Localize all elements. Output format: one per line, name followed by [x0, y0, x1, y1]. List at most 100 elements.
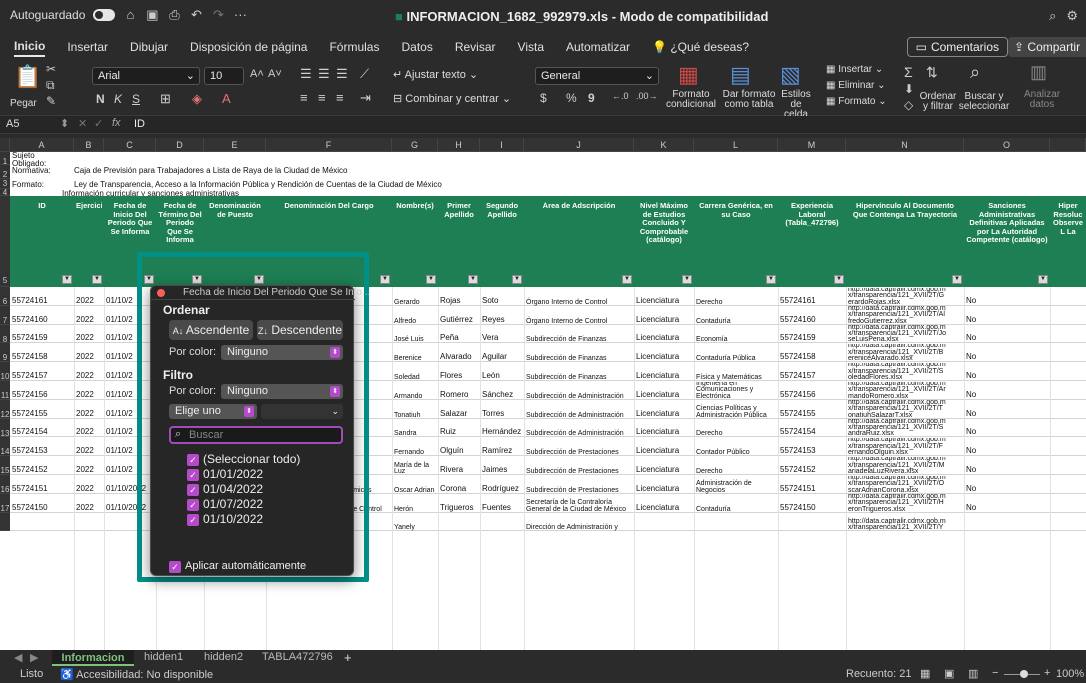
- tab-revisar[interactable]: Revisar: [455, 38, 496, 56]
- filter-dropdown-button[interactable]: ▼: [766, 275, 776, 284]
- paste-icon[interactable]: 📋: [14, 64, 41, 90]
- cell-area[interactable]: Subdirección de Prestaciones: [526, 457, 634, 476]
- cell-ap2[interactable]: Rodríguez: [482, 484, 524, 493]
- cell-ap2[interactable]: Vera: [482, 333, 524, 342]
- cell-sanc[interactable]: No: [966, 427, 1050, 436]
- cell-ej[interactable]: 2022: [76, 484, 104, 493]
- cell-nombre[interactable]: Tonatiuh: [394, 400, 438, 419]
- cell-exp[interactable]: 55724158: [780, 352, 846, 361]
- align-bottom-icon[interactable]: ☰: [336, 66, 348, 82]
- tab-inicio[interactable]: Inicio: [14, 37, 46, 57]
- filter-dropdown-button[interactable]: ▼: [952, 275, 962, 284]
- cell-ap1[interactable]: Gutiérrez: [440, 315, 480, 324]
- cell-area[interactable]: Subdirección de Finanzas: [526, 325, 634, 344]
- cancel-icon[interactable]: ✕: [78, 117, 87, 130]
- close-icon[interactable]: [157, 289, 165, 297]
- page-break-icon[interactable]: ▥: [968, 667, 978, 680]
- prev-sheet-icon[interactable]: ◀: [14, 651, 22, 664]
- filter-dropdown-button[interactable]: ▼: [92, 275, 102, 284]
- filter-color-select[interactable]: Ninguno ⬍: [221, 384, 343, 399]
- cell-ap2[interactable]: Soto: [482, 296, 524, 305]
- merge-center-button[interactable]: ⊟ Combinar y centrar ⌄: [393, 92, 511, 105]
- accessibility-status[interactable]: ♿ Accesibilidad: No disponible: [60, 668, 213, 681]
- condition-value-field[interactable]: ⌄: [261, 404, 343, 419]
- cell-id[interactable]: 55724157: [12, 371, 74, 380]
- format-painter-icon[interactable]: ✎: [46, 94, 56, 108]
- cell-ej[interactable]: 2022: [76, 352, 104, 361]
- checkbox-checked-icon[interactable]: ✓: [169, 561, 181, 573]
- checkbox-checked-icon[interactable]: ✓: [187, 484, 199, 496]
- tab-dibujar[interactable]: Dibujar: [130, 38, 168, 56]
- col-header-c[interactable]: C: [104, 138, 156, 152]
- cell-ej[interactable]: 2022: [76, 409, 104, 418]
- autosave-toggle[interactable]: [93, 9, 116, 21]
- search-icon[interactable]: ⌕: [1049, 8, 1056, 24]
- cell-carrera[interactable]: Ingeniería en Comunicaciones y Electróni…: [696, 382, 778, 401]
- cell-area[interactable]: Órgano Interno de Control: [526, 288, 634, 307]
- cell-sanc[interactable]: No: [966, 465, 1050, 474]
- row-number[interactable]: 4: [0, 189, 10, 197]
- copy-icon[interactable]: ⧉: [46, 78, 55, 93]
- cell-area[interactable]: Subdirección de Administración: [526, 400, 634, 419]
- cell-ap1[interactable]: Flores: [440, 371, 480, 380]
- tab-disposicion[interactable]: Disposición de página: [190, 38, 307, 56]
- cell-link[interactable]: http://data.captralir.cdmx.gob.m x/trans…: [848, 288, 964, 307]
- cell-ej[interactable]: 2022: [76, 465, 104, 474]
- row-number[interactable]: 16: [0, 475, 10, 494]
- row-number[interactable]: 1: [0, 152, 10, 166]
- col-header-i[interactable]: I: [480, 138, 524, 152]
- tab-automatizar[interactable]: Automatizar: [566, 38, 630, 56]
- autosum-icon[interactable]: Σ: [904, 64, 913, 80]
- cell-link[interactable]: http://data.captralir.cdmx.gob.m x/trans…: [848, 494, 964, 513]
- filter-dropdown-button[interactable]: ▼: [512, 275, 522, 284]
- cell-ap2[interactable]: Ramírez: [482, 446, 524, 455]
- sort-color-select[interactable]: Ninguno ⬍: [221, 345, 343, 360]
- filter-value-label[interactable]: 01/01/2022: [203, 467, 263, 481]
- conditional-format-icon[interactable]: ▦: [678, 62, 699, 88]
- cell-nombre[interactable]: Berenice: [394, 344, 438, 363]
- align-right-icon[interactable]: ≡: [336, 90, 344, 105]
- cut-icon[interactable]: ✂: [46, 62, 56, 76]
- search-field[interactable]: ⌕ Buscar: [169, 426, 343, 444]
- cell-id[interactable]: 55724152: [12, 465, 74, 474]
- indent-icon[interactable]: ⇥: [360, 90, 371, 106]
- orientation-icon[interactable]: ⟋: [360, 66, 369, 82]
- cell-ap1[interactable]: Alvarado: [440, 352, 480, 361]
- cell-carrera[interactable]: Física y Matemáticas: [696, 363, 778, 382]
- cell-nombre[interactable]: Yanely: [394, 513, 438, 532]
- col-header-d[interactable]: D: [156, 138, 204, 152]
- cell-ap1[interactable]: Rojas: [440, 296, 480, 305]
- cell-ap1[interactable]: Trigueros: [440, 503, 480, 512]
- cell-ap2[interactable]: León: [482, 371, 524, 380]
- row-number[interactable]: 6: [0, 287, 10, 306]
- checkbox-checked-icon[interactable]: ✓: [187, 499, 199, 511]
- cell-nivel[interactable]: Licenciatura: [636, 315, 694, 324]
- cell-styles-icon[interactable]: ▧: [780, 62, 801, 88]
- wrap-text-button[interactable]: ↵ Ajustar texto ⌄: [393, 68, 478, 81]
- font-color-icon[interactable]: A: [222, 91, 231, 106]
- col-header-b[interactable]: B: [74, 138, 104, 152]
- col-header-m[interactable]: M: [778, 138, 846, 152]
- cell-area[interactable]: Órgano Interno de Control: [526, 306, 634, 325]
- cell-nombre[interactable]: Sandra: [394, 419, 438, 438]
- name-box[interactable]: A5: [6, 118, 19, 130]
- cell-link[interactable]: http://data.captralir.cdmx.gob.m x/trans…: [848, 513, 964, 532]
- checkbox-checked-icon[interactable]: ✓: [187, 514, 199, 526]
- cell-ap2[interactable]: Aguilar: [482, 352, 524, 361]
- align-left-icon[interactable]: ≡: [300, 90, 308, 105]
- cell-area[interactable]: Subdirección de Finanzas: [526, 344, 634, 363]
- cell-carrera[interactable]: Contaduría Pública: [696, 344, 778, 363]
- decrease-decimal-icon[interactable]: .00→: [636, 91, 658, 101]
- cell-exp[interactable]: 55724155: [780, 409, 846, 418]
- cell-ej[interactable]: 2022: [76, 390, 104, 399]
- cell-nivel[interactable]: Licenciatura: [636, 352, 694, 361]
- cell-carrera[interactable]: Contador Público: [696, 438, 778, 457]
- filter-dropdown-button[interactable]: ▼: [682, 275, 692, 284]
- bold-button[interactable]: N: [96, 92, 105, 106]
- cell-area[interactable]: Subdirección de Prestaciones: [526, 438, 634, 457]
- cell-ap1[interactable]: Salazar: [440, 409, 480, 418]
- increase-font-icon[interactable]: A˄: [250, 68, 264, 80]
- zoom-in-icon[interactable]: +: [1044, 667, 1050, 679]
- tell-me-search[interactable]: 💡 ¿Qué deseas?: [652, 38, 749, 56]
- tab-datos[interactable]: Datos: [401, 38, 432, 56]
